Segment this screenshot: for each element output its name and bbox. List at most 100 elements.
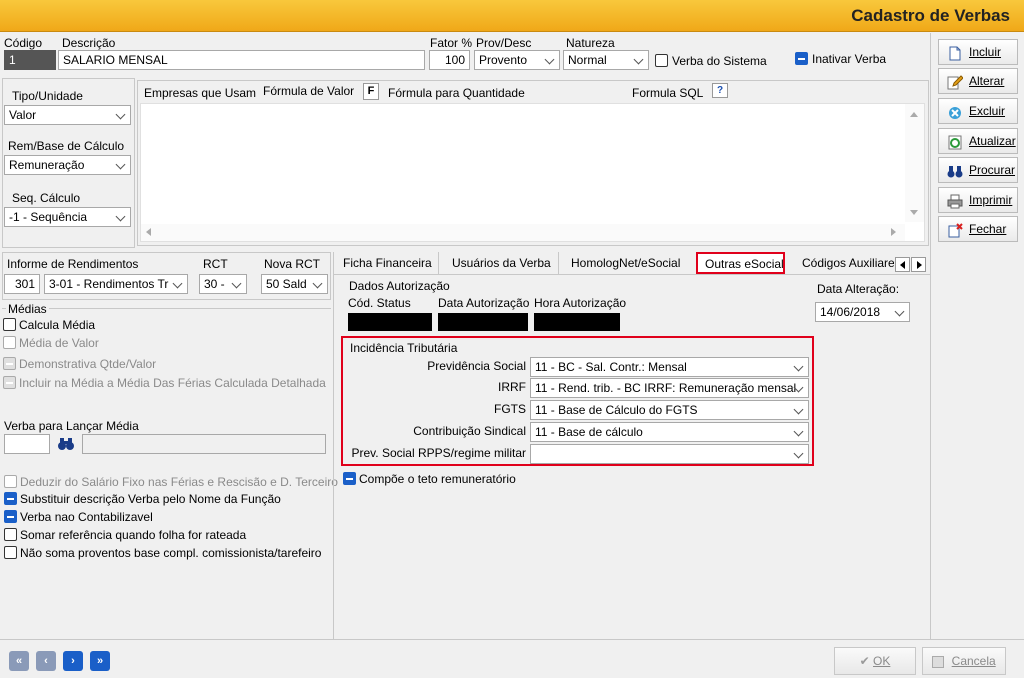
- prev-rpps-select[interactable]: [530, 444, 809, 464]
- dados-autorizacao-title: Dados Autorização: [349, 279, 450, 293]
- incluir-media-label: Incluir na Média a Média Das Férias Calc…: [19, 376, 326, 390]
- irrf-value: 11 - Rend. trib. - BC IRRF: Remuneração …: [535, 381, 797, 395]
- data-alteracao-field[interactable]: 14/06/2018: [815, 302, 910, 322]
- data-alteracao-value: 14/06/2018: [820, 305, 881, 319]
- cancela-label: Cancela: [951, 654, 996, 668]
- informe-select[interactable]: 3-01 - Rendimentos Tr: [44, 274, 188, 294]
- nao-soma-checkbox[interactable]: [4, 546, 17, 559]
- deduzir-label: Deduzir do Salário Fixo nas Férias e Res…: [20, 475, 338, 489]
- verba-lancar-field[interactable]: [4, 434, 50, 454]
- calcula-media-checkbox[interactable]: [3, 318, 16, 331]
- formula-hscroll[interactable]: [141, 224, 905, 241]
- atualizar-button[interactable]: Atualizar: [938, 128, 1018, 154]
- chevron-right-icon: ›: [71, 655, 75, 667]
- previdencia-select[interactable]: 11 - BC - Sal. Contr.: Mensal: [530, 357, 809, 377]
- demonstrativa-label: Demonstrativa Qtde/Valor: [19, 357, 157, 371]
- contribuicao-sindical-label: Contribuição Sindical: [413, 424, 526, 438]
- nova-rct-select[interactable]: 50 Sald: [261, 274, 328, 294]
- natureza-value: Normal: [568, 53, 607, 67]
- procurar-button[interactable]: Procurar: [938, 157, 1018, 183]
- tab-usuarios-verba[interactable]: Usuários da Verba: [452, 256, 551, 270]
- incidencia-title: Incidência Tributária: [350, 341, 458, 355]
- tab-ficha-financeira[interactable]: Ficha Financeira: [343, 256, 432, 270]
- prev-rpps-label: Prev. Social RPPS/regime militar: [351, 446, 527, 460]
- tab-outras-esocial-label: Outras eSocial: [705, 257, 784, 271]
- tipo-select[interactable]: Valor: [4, 105, 131, 125]
- inativar-verba-checkbox[interactable]: [795, 52, 808, 65]
- natureza-label: Natureza: [566, 36, 615, 50]
- excluir-button[interactable]: Excluir: [938, 98, 1018, 124]
- alterar-button[interactable]: Alterar: [938, 68, 1018, 94]
- help-button[interactable]: ?: [712, 83, 728, 98]
- somar-referencia-checkbox[interactable]: [4, 528, 17, 541]
- binoculars-icon[interactable]: [57, 437, 75, 451]
- rem-select[interactable]: Remuneração: [4, 155, 131, 175]
- descricao-field[interactable]: SALARIO MENSAL: [58, 50, 425, 70]
- compoe-teto-checkbox[interactable]: [343, 472, 356, 485]
- media-valor-label: Média de Valor: [19, 336, 99, 350]
- chevron-down-icon: [793, 382, 805, 394]
- seq-select[interactable]: -1 - Sequência: [4, 207, 131, 227]
- excluir-label: Excluir: [969, 104, 1006, 118]
- ok-button[interactable]: ✔ OK: [834, 647, 916, 675]
- deduzir-checkbox[interactable]: [4, 475, 17, 488]
- imprimir-button[interactable]: Imprimir: [938, 187, 1018, 213]
- tab-scroll-right[interactable]: [911, 257, 926, 272]
- delete-icon: [947, 104, 963, 119]
- substituir-label: Substituir descrição Verba pelo Nome da …: [20, 492, 281, 506]
- tab-sep: [438, 252, 439, 274]
- tab-formula-sql[interactable]: Formula SQL: [632, 86, 703, 100]
- first-record-button[interactable]: «: [9, 651, 29, 671]
- substituir-checkbox[interactable]: [4, 492, 17, 505]
- natureza-select[interactable]: Normal: [563, 50, 649, 70]
- double-chevron-right-icon: »: [96, 655, 104, 667]
- fechar-button[interactable]: Fechar: [938, 216, 1018, 242]
- codigo-field[interactable]: 1: [4, 50, 56, 70]
- cancela-button[interactable]: Cancela: [922, 647, 1006, 675]
- formula-editor[interactable]: [140, 103, 925, 242]
- provdesc-select[interactable]: Provento: [474, 50, 560, 70]
- previdencia-label: Previdência Social: [427, 359, 526, 373]
- chevron-down-icon: [172, 278, 184, 290]
- chevron-down-icon: [633, 54, 645, 66]
- rct-select[interactable]: 30 -: [199, 274, 247, 294]
- verba-sistema-checkbox[interactable]: [655, 54, 668, 67]
- chevron-left-icon: ‹: [44, 655, 48, 667]
- demonstrativa-checkbox[interactable]: [3, 357, 16, 370]
- informe-code-field[interactable]: 301: [4, 274, 40, 294]
- rem-label: Rem/Base de Cálculo: [8, 139, 125, 153]
- media-valor-checkbox[interactable]: [3, 336, 16, 349]
- medias-title: Médias: [6, 302, 49, 316]
- tab-empresas[interactable]: Empresas que Usam: [144, 86, 256, 100]
- chevron-down-icon: [894, 306, 906, 318]
- next-record-button[interactable]: ›: [63, 651, 83, 671]
- tab-scroll-left[interactable]: [895, 257, 910, 272]
- tab-codigos-auxiliares[interactable]: Códigos Auxiliares: [802, 256, 894, 270]
- fator-field[interactable]: 100: [429, 50, 470, 70]
- tab-formula-quantidade[interactable]: Fórmula para Quantidade: [388, 86, 525, 100]
- printer-icon: [947, 193, 963, 209]
- tipo-value: Valor: [9, 108, 37, 122]
- last-record-button[interactable]: »: [90, 651, 110, 671]
- formula-vscroll[interactable]: [905, 104, 924, 222]
- document-icon: [947, 45, 963, 61]
- contribuicao-sindical-select[interactable]: 11 - Base de cálculo: [530, 422, 809, 442]
- seq-value: -1 - Sequência: [9, 210, 88, 224]
- fgts-select[interactable]: 11 - Base de Cálculo do FGTS: [530, 400, 809, 420]
- incluir-media-checkbox[interactable]: [3, 376, 16, 389]
- chevron-down-icon: [312, 278, 324, 290]
- pencil-icon: [947, 74, 964, 90]
- formula-f-button[interactable]: F: [363, 83, 379, 100]
- previdencia-value: 11 - BC - Sal. Contr.: Mensal: [535, 360, 687, 374]
- close-door-icon: [947, 222, 963, 238]
- tab-homolognet[interactable]: HomologNet/eSocial: [571, 256, 680, 270]
- irrf-select[interactable]: 11 - Rend. trib. - BC IRRF: Remuneração …: [530, 378, 809, 398]
- nao-contabilizavel-checkbox[interactable]: [4, 510, 17, 523]
- chevron-down-icon: [544, 54, 556, 66]
- tab-outras-esocial[interactable]: Outras eSocial: [696, 252, 785, 274]
- tab-formula-valor[interactable]: Fórmula de Valor: [263, 84, 354, 98]
- chevron-down-icon: [231, 278, 243, 290]
- incluir-button[interactable]: Incluir: [938, 39, 1018, 65]
- prev-record-button[interactable]: ‹: [36, 651, 56, 671]
- hora-autorizacao-label: Hora Autorização: [534, 296, 627, 310]
